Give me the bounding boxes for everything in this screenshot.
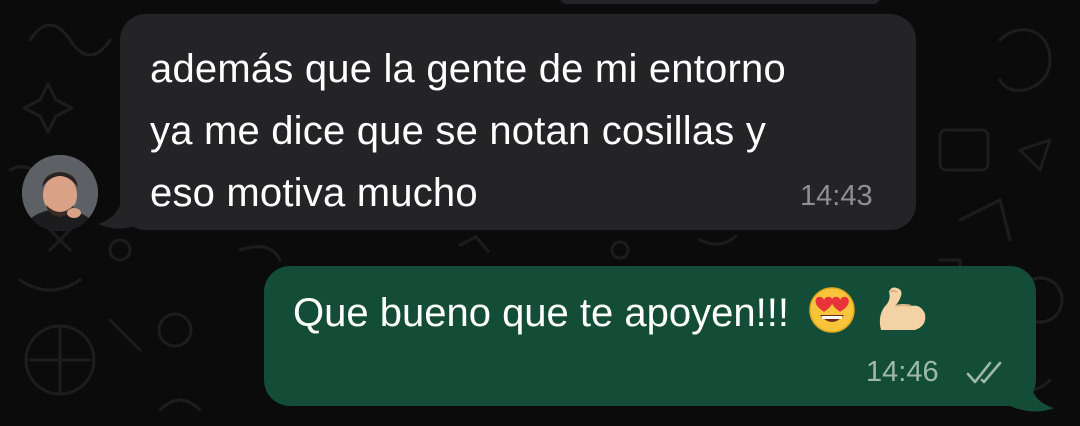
incoming-message-text: además que la gente de mi entorno ya me …: [150, 38, 890, 224]
heart-eyes-emoji-icon: [809, 287, 855, 333]
message-line: eso motiva mucho: [150, 171, 478, 215]
chat-view[interactable]: además que la gente de mi entorno ya me …: [0, 0, 1080, 426]
incoming-timestamp: 14:43: [800, 180, 873, 212]
outgoing-timestamp: 14:46: [866, 356, 939, 388]
outgoing-message-label: Que bueno que te apoyen!!!: [293, 291, 789, 335]
flexed-biceps-emoji-icon: [880, 287, 926, 330]
contact-avatar[interactable]: [22, 155, 98, 231]
message-line: además que la gente de mi entorno: [150, 47, 786, 91]
message-line: ya me dice que se notan cosillas y: [150, 109, 767, 153]
previous-message-edge: [560, 0, 880, 4]
outgoing-message-text: Que bueno que te apoyen!!!: [293, 284, 929, 341]
double-check-icon: [966, 361, 1002, 384]
